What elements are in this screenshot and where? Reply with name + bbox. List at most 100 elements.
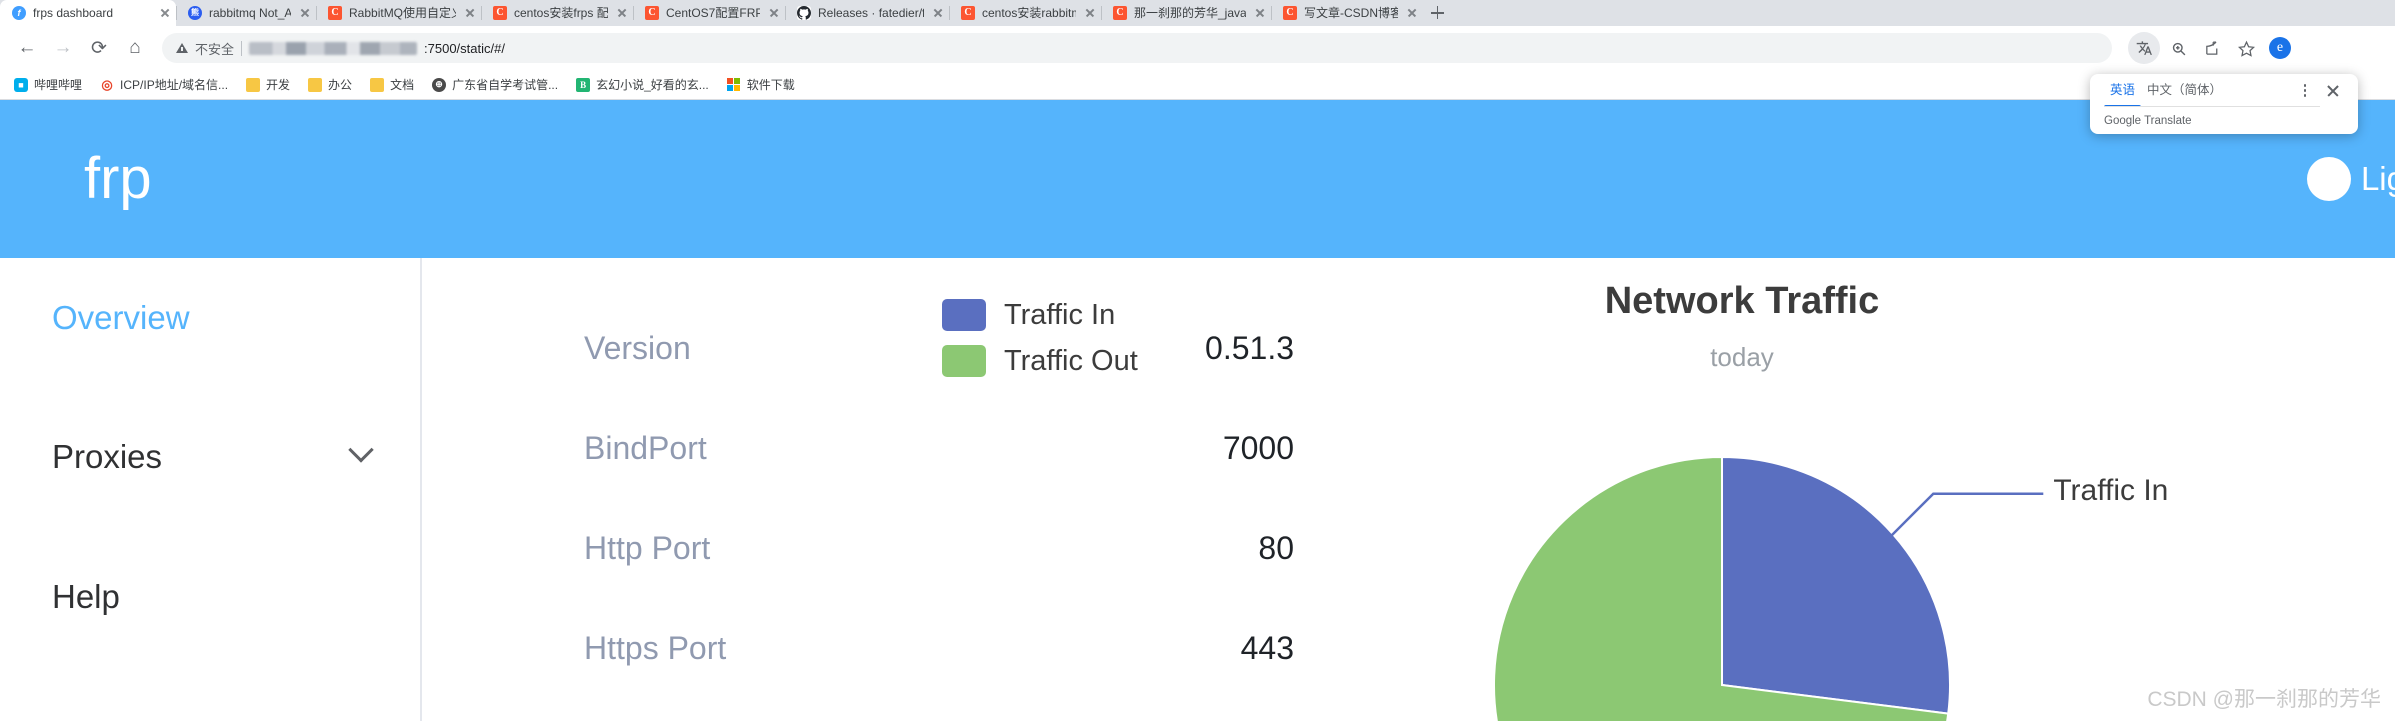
baidu-icon: 熊 xyxy=(188,6,202,20)
not-secure-warning-icon xyxy=(176,43,188,53)
bookmark-item[interactable]: 软件下载 xyxy=(726,76,795,93)
browser-tab[interactable]: Ccentos安装frps 配置域名访问- xyxy=(481,0,633,26)
tab-title: 那一刹那的芳华_java,linux-CSDN xyxy=(1134,6,1246,20)
tab-strip: f frps dashboard 熊 rabbitmq Not_Authorized_… xyxy=(0,0,2395,26)
translate-tabs-underline xyxy=(2104,106,2320,107)
bookmark-star-icon[interactable] xyxy=(2230,32,2262,64)
bookmark-item[interactable]: 文档 xyxy=(370,76,414,93)
browser-tab[interactable]: Ccentos安装rabbitmq- CSDN搜索 xyxy=(949,0,1101,26)
app-header: frp Lig xyxy=(0,100,2395,258)
pie-chart-svg xyxy=(1493,455,2044,721)
b-icon: B xyxy=(576,77,591,92)
tab-separator xyxy=(1101,6,1102,20)
bookmark-item[interactable]: B 玄幻小说_好看的玄... xyxy=(576,76,709,93)
screenshot-root: f frps dashboard 熊 rabbitmq Not_Authorized_… xyxy=(0,0,2395,721)
legend-label: Traffic In xyxy=(1004,298,1116,331)
sidebar-item-label: Proxies xyxy=(52,438,163,475)
legend-swatch xyxy=(942,299,986,331)
bilibili-icon: ■ xyxy=(14,77,28,92)
tab-separator xyxy=(176,6,177,20)
sidebar-item-label: Overview xyxy=(52,299,190,336)
theme-toggle-label: Lig xyxy=(2360,160,2395,197)
back-icon[interactable]: ← xyxy=(12,33,42,63)
bookmark-label: 哔哩哔哩 xyxy=(34,78,83,92)
tab-close-icon[interactable] xyxy=(158,6,172,20)
browser-tab[interactable]: C 写文章-CSDN博客 xyxy=(1271,0,1423,26)
translate-close-icon[interactable] xyxy=(2322,80,2344,102)
browser-tab[interactable]: C 那一刹那的芳华_java,linux-CSDN xyxy=(1101,0,1271,26)
tab-title: 写文章-CSDN博客 xyxy=(1304,6,1398,20)
browser-tab[interactable]: Releases · fatedier/frp xyxy=(785,0,949,26)
browser-tab[interactable]: f frps dashboard xyxy=(0,0,176,26)
csdn-icon: C xyxy=(961,6,975,20)
csdn-icon: C xyxy=(493,6,507,20)
bookmark-label: 玄幻小说_好看的玄... xyxy=(596,78,709,92)
bookmark-item[interactable]: ■ 哔哩哔哩 xyxy=(14,76,82,93)
browser-tab[interactable]: C RabbitMQ使用自定义管理用户 xyxy=(316,0,481,26)
home-icon[interactable]: ⌂ xyxy=(120,33,150,63)
tab-close-icon[interactable] xyxy=(463,6,477,20)
info-key: BindPort xyxy=(584,429,707,466)
translate-tab-chinese[interactable]: 中文（简体） xyxy=(2141,74,2228,107)
tab-separator xyxy=(481,6,482,20)
address-bar[interactable]: 不安全 :7500/static/#/ xyxy=(162,33,2112,63)
tab-close-icon[interactable] xyxy=(1083,6,1097,20)
sidebar: Overview Proxies Help xyxy=(0,258,422,721)
browser-tab[interactable]: 熊 rabbitmq Not_Authorized_百度 xyxy=(176,0,316,26)
translate-more-options-icon[interactable] xyxy=(2296,80,2314,102)
tab-close-icon[interactable] xyxy=(1253,6,1267,20)
google-translate-popup[interactable]: 英语 中文（简体） Google Translate xyxy=(2090,74,2358,134)
folder-icon xyxy=(308,77,323,92)
theme-toggle-knob[interactable] xyxy=(2306,157,2351,201)
browser-toolbar-buttons: e xyxy=(2128,32,2296,64)
share-icon[interactable] xyxy=(2196,32,2228,64)
bookmark-item[interactable]: ⊕ 广东省自学考试管... xyxy=(432,76,558,93)
tab-close-icon[interactable] xyxy=(615,6,629,20)
pie-slice[interactable] xyxy=(1721,455,1951,715)
tab-close-icon[interactable] xyxy=(298,6,312,20)
tab-separator xyxy=(633,6,634,20)
info-key: Https Port xyxy=(584,629,727,666)
legend-item[interactable]: Traffic In xyxy=(942,292,1138,338)
pie-slice-label-traffic-in: Traffic In xyxy=(2053,473,2169,507)
translate-tab-english[interactable]: 英语 xyxy=(2104,74,2142,107)
pie-chart: Traffic In xyxy=(1422,258,2395,721)
tab-close-icon[interactable] xyxy=(767,6,781,20)
profile-avatar[interactable]: e xyxy=(2264,32,2296,64)
url-text: :7500/static/#/ xyxy=(424,40,505,56)
sidebar-item-overview[interactable]: Overview xyxy=(52,299,370,337)
tab-close-icon[interactable] xyxy=(931,6,945,20)
info-value: 443 xyxy=(1240,629,1294,666)
info-key: Http Port xyxy=(584,529,711,566)
globe-icon: ⊕ xyxy=(432,77,447,92)
bookmark-item[interactable]: 办公 xyxy=(308,76,352,93)
tab-title: Releases · fatedier/frp xyxy=(818,6,924,20)
tab-close-icon[interactable] xyxy=(1405,6,1419,20)
forward-icon[interactable]: → xyxy=(48,33,78,63)
server-info-table: Version 0.51.3 BindPort 7000 Http Port 80 Http… xyxy=(584,298,1294,698)
sidebar-item-label: Help xyxy=(52,578,120,615)
folder-icon xyxy=(246,77,261,92)
github-icon xyxy=(797,6,811,20)
bookmark-item[interactable]: ◎ ICP/IP地址/域名信... xyxy=(100,76,228,93)
theme-toggle[interactable]: Lig xyxy=(2306,157,2395,201)
tab-title: centos安装frps 配置域名访问- xyxy=(514,6,608,20)
translate-icon[interactable] xyxy=(2128,32,2160,64)
icp-icon: ◎ xyxy=(100,76,115,92)
legend-item[interactable]: Traffic Out xyxy=(942,338,1138,384)
reload-icon[interactable]: ⟳ xyxy=(84,33,114,63)
zoom-icon[interactable] xyxy=(2162,32,2194,64)
new-tab-icon[interactable] xyxy=(1423,0,1451,26)
legend-swatch xyxy=(942,345,986,377)
bookmark-label: 广东省自学考试管... xyxy=(452,78,559,92)
tab-title: CentOS7配置FRPS实现内网穿透 xyxy=(666,6,760,20)
bookmark-label: ICP/IP地址/域名信... xyxy=(120,78,229,92)
browser-navigation-bar: ← → ⟳ ⌂ 不安全 :7500/static/#/ e xyxy=(0,26,2395,70)
frp-icon: f xyxy=(12,6,26,20)
bookmark-item[interactable]: 开发 xyxy=(246,76,290,93)
info-row: BindPort 7000 xyxy=(584,398,1294,498)
sidebar-item-proxies[interactable]: Proxies xyxy=(52,437,374,476)
sidebar-item-help[interactable]: Help xyxy=(52,578,370,616)
csdn-icon: C xyxy=(1283,6,1297,20)
browser-tab[interactable]: C CentOS7配置FRPS实现内网穿透 xyxy=(633,0,785,26)
